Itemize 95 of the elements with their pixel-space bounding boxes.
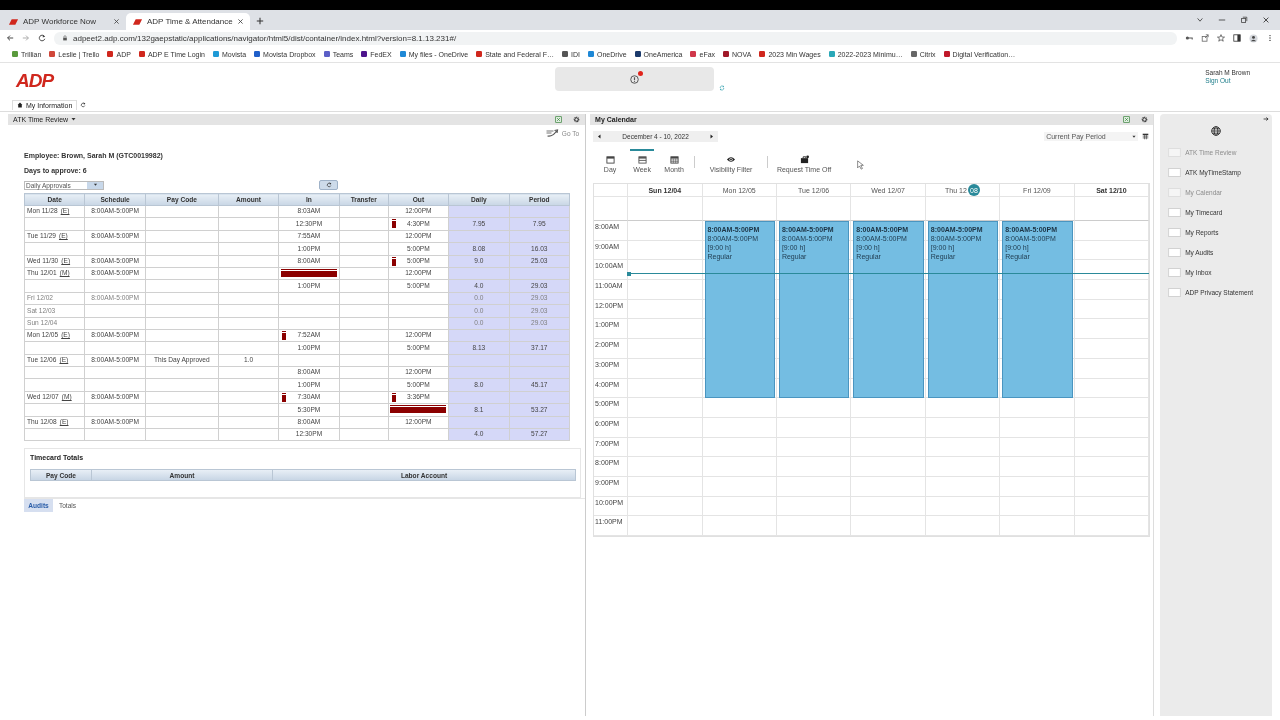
table-cell bbox=[84, 403, 146, 417]
table-cell bbox=[339, 242, 389, 256]
home-icon bbox=[17, 102, 23, 108]
widget-icon bbox=[1168, 248, 1182, 257]
table-cell bbox=[218, 242, 279, 256]
arrow-icon[interactable] bbox=[1263, 116, 1269, 122]
table-cell bbox=[84, 279, 146, 293]
table-cell bbox=[218, 317, 279, 330]
table-cell bbox=[218, 292, 279, 305]
next-icon[interactable] bbox=[709, 134, 715, 139]
table-cell bbox=[218, 279, 279, 293]
spreadsheet-icon[interactable] bbox=[1123, 116, 1131, 123]
refresh-button[interactable] bbox=[319, 180, 338, 190]
settings-icon[interactable] bbox=[573, 116, 581, 123]
widget-icon bbox=[1168, 268, 1182, 277]
exception-marker bbox=[391, 257, 396, 266]
exception-marker bbox=[391, 220, 396, 229]
back-icon[interactable] bbox=[6, 34, 14, 42]
go-to-icon[interactable] bbox=[544, 128, 559, 138]
table-cell bbox=[218, 341, 279, 355]
table-cell bbox=[339, 341, 389, 355]
table-cell bbox=[218, 428, 279, 441]
exception-marker bbox=[391, 393, 396, 402]
key-icon[interactable] bbox=[1185, 34, 1193, 42]
table-cell bbox=[339, 354, 389, 367]
exception-marker bbox=[282, 393, 287, 402]
table-cell bbox=[218, 378, 279, 392]
table-cell bbox=[339, 279, 389, 293]
caret-icon bbox=[92, 183, 98, 187]
table-cell bbox=[218, 403, 279, 417]
new-tab-icon[interactable] bbox=[256, 17, 264, 25]
notification-badge bbox=[638, 70, 643, 76]
widget-icon bbox=[1168, 208, 1182, 217]
table-cell bbox=[339, 317, 389, 330]
table-cell bbox=[218, 205, 279, 218]
table-cell bbox=[218, 217, 279, 231]
table-cell bbox=[218, 304, 279, 317]
logo-icon bbox=[8, 17, 19, 26]
table-cell bbox=[218, 416, 279, 429]
globe-icon[interactable] bbox=[1211, 126, 1222, 136]
table-cell bbox=[84, 428, 146, 441]
table-cell bbox=[339, 428, 389, 441]
widget-icon bbox=[1168, 168, 1182, 177]
table-cell bbox=[218, 230, 279, 243]
logo-icon bbox=[132, 17, 143, 26]
lock-icon bbox=[62, 35, 68, 41]
close-icon[interactable] bbox=[1262, 16, 1270, 24]
table-cell bbox=[339, 292, 389, 305]
table-cell bbox=[218, 366, 279, 379]
table-cell bbox=[84, 366, 146, 379]
restore-icon[interactable] bbox=[1240, 16, 1248, 24]
sync-icon[interactable] bbox=[719, 85, 725, 91]
grid-icon[interactable] bbox=[1142, 133, 1150, 140]
share-icon[interactable] bbox=[1201, 34, 1209, 42]
alert-icon[interactable] bbox=[630, 74, 639, 84]
adp-logo: ADP bbox=[16, 69, 54, 92]
refresh-icon[interactable] bbox=[80, 101, 87, 108]
browser-tab[interactable]: ADP Time & Attendance bbox=[126, 13, 250, 30]
profile-icon[interactable] bbox=[1249, 33, 1258, 43]
mouse-cursor-icon bbox=[857, 160, 865, 170]
calendar-icon bbox=[605, 155, 615, 164]
settings-icon[interactable] bbox=[1141, 116, 1149, 123]
reload-icon[interactable] bbox=[38, 34, 46, 42]
table-cell bbox=[84, 217, 146, 231]
table-cell bbox=[339, 416, 389, 429]
caret-icon bbox=[1132, 134, 1137, 139]
widget-icon bbox=[1168, 288, 1182, 297]
suitcase-icon bbox=[799, 155, 809, 164]
table-cell bbox=[339, 366, 389, 379]
browser-tab[interactable]: ADP Workforce Now bbox=[2, 13, 126, 30]
menu-icon[interactable] bbox=[1266, 34, 1274, 42]
table-cell bbox=[84, 242, 146, 256]
star-icon[interactable] bbox=[1217, 34, 1225, 42]
side-panel-icon[interactable] bbox=[1233, 34, 1241, 42]
table-cell bbox=[339, 205, 389, 218]
url-text: adpeet2.adp.com/132gaepstatic/applications/navigator/html5/dist/container/index.html?version=8.1.13.231#/ bbox=[73, 33, 457, 43]
spreadsheet-icon[interactable] bbox=[555, 116, 563, 123]
address-bar[interactable]: adpeet2.adp.com/132gaepstatic/applications/navigator/html5/dist/container/index.html?version=8.1.13.231#/ bbox=[54, 31, 1177, 45]
exception-marker bbox=[282, 331, 287, 340]
chevron-down-icon[interactable] bbox=[1196, 16, 1204, 24]
close-icon[interactable] bbox=[237, 18, 244, 25]
table-cell bbox=[339, 304, 389, 317]
widget-icon bbox=[1168, 228, 1182, 237]
table-cell bbox=[84, 378, 146, 392]
previous-icon[interactable] bbox=[597, 134, 603, 139]
table-cell bbox=[339, 378, 389, 392]
close-icon[interactable] bbox=[113, 18, 120, 25]
table-cell bbox=[218, 255, 279, 268]
table-cell bbox=[339, 230, 389, 243]
calendar-icon bbox=[669, 155, 679, 164]
eye-icon bbox=[726, 155, 737, 164]
caret-icon[interactable] bbox=[71, 117, 77, 122]
refresh-icon bbox=[325, 182, 332, 188]
table-cell bbox=[84, 341, 146, 355]
calendar-icon bbox=[637, 155, 647, 164]
